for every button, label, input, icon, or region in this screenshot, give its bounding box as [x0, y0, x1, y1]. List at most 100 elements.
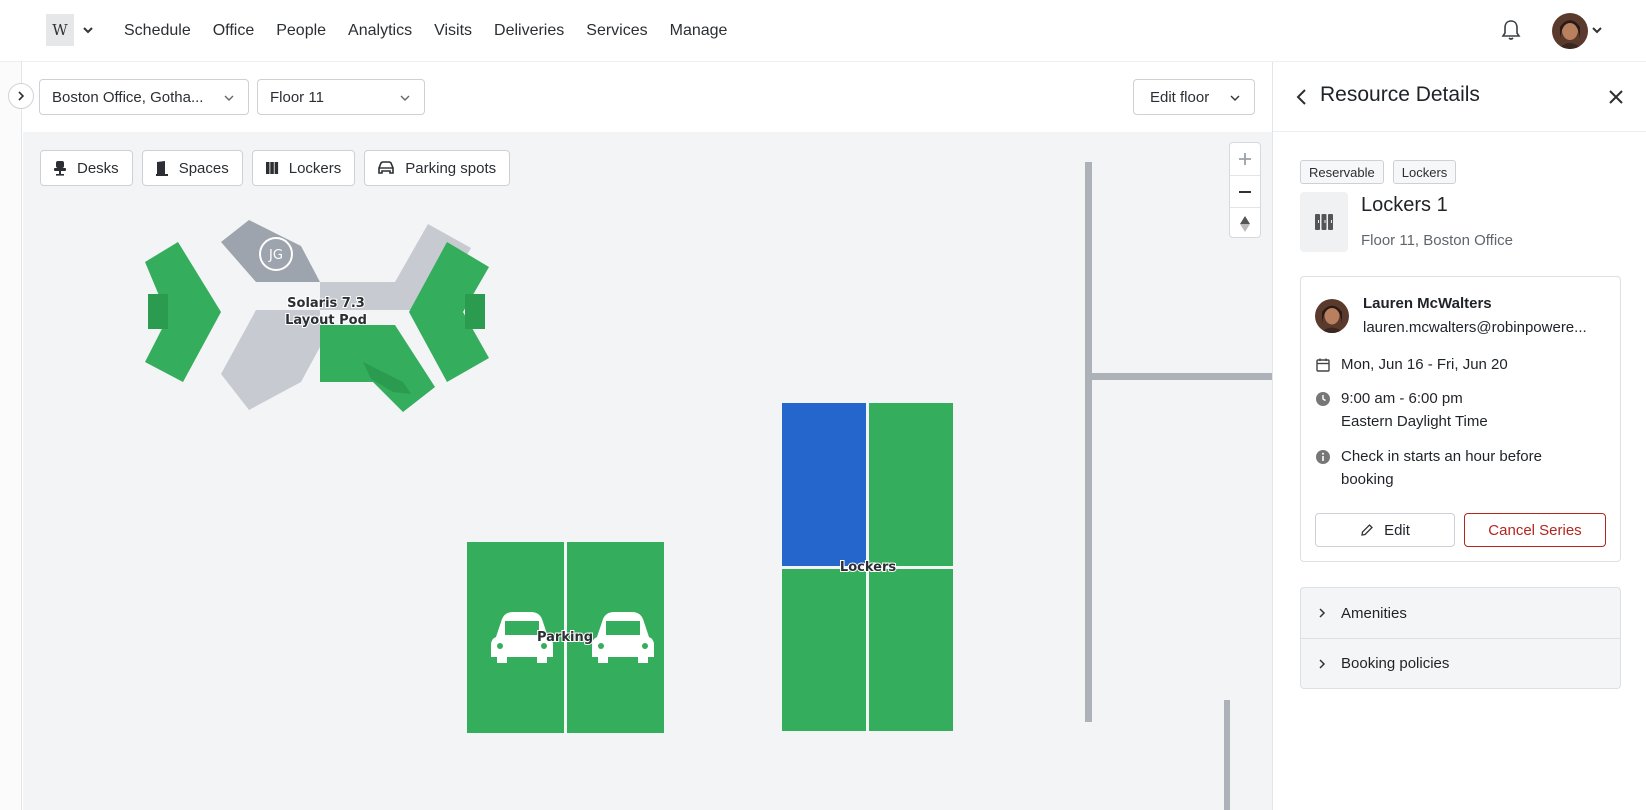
resource-location: Floor 11, Boston Office [1361, 232, 1514, 249]
wall [1085, 162, 1092, 722]
pod-desk-available [148, 294, 168, 329]
edit-booking-button[interactable]: Edit [1315, 513, 1455, 547]
pod-label-line2: Layout Pod [285, 313, 367, 328]
accordion-amenities[interactable]: Amenities [1301, 588, 1620, 638]
expand-sidebar-button[interactable] [8, 83, 34, 109]
pod-desk-available [465, 294, 485, 329]
zoom-out-button[interactable] [1230, 175, 1260, 207]
tag-reservable: Reservable [1300, 160, 1384, 184]
filter-desks[interactable]: Desks [40, 150, 133, 186]
user-avatar[interactable] [1552, 13, 1588, 49]
company-logo[interactable]: W [46, 14, 74, 46]
filter-parking-spots[interactable]: Parking spots [364, 150, 511, 186]
chevron-down-icon[interactable] [1590, 23, 1604, 37]
nav-people[interactable]: People [276, 22, 326, 40]
user-initials: JG [268, 248, 283, 263]
nav-visits[interactable]: Visits [434, 22, 472, 40]
resource-filter-chips: Desks Spaces Lockers Parking spots [40, 150, 511, 186]
door-icon [155, 161, 168, 176]
panel-title: Resource Details [1320, 83, 1480, 106]
filter-parking-label: Parking spots [405, 159, 497, 177]
nav-services[interactable]: Services [586, 22, 647, 40]
chevron-right-icon [1319, 608, 1326, 618]
notification-bell-icon[interactable] [1498, 17, 1524, 43]
filter-spaces-label: Spaces [178, 159, 229, 177]
plus-icon [1239, 153, 1251, 165]
nav-analytics[interactable]: Analytics [348, 22, 412, 40]
floor-map[interactable]: JG Solaris 7.3 Layout Pod Parking Locker… [23, 132, 1272, 810]
details-accordion: Amenities Booking policies [1300, 587, 1621, 689]
parking-area[interactable]: Parking [467, 542, 664, 733]
clock-icon [1316, 392, 1330, 406]
locker-available[interactable] [782, 569, 866, 731]
booking-timezone: Eastern Daylight Time [1341, 413, 1488, 430]
reset-north-button[interactable] [1230, 207, 1260, 239]
logo-text: W [52, 21, 68, 39]
chevron-down-icon[interactable] [80, 22, 96, 38]
parking-label: Parking [537, 630, 593, 645]
accordion-booking-policies-label: Booking policies [1341, 655, 1450, 672]
locker-selected[interactable] [782, 403, 866, 566]
resource-type-icon [1300, 192, 1348, 252]
lockers-label: Lockers [840, 560, 896, 575]
edit-floor-label: Edit floor [1150, 88, 1210, 106]
locker-icon [265, 162, 278, 174]
lockers-area[interactable]: Lockers [782, 403, 953, 731]
booker-name: Lauren McWalters [1363, 295, 1492, 312]
nav-manage[interactable]: Manage [670, 22, 728, 40]
zoom-controls [1229, 142, 1261, 238]
resource-tags: Reservable Lockers [1300, 160, 1457, 184]
office-select[interactable]: Boston Office, Gotha... [39, 79, 249, 115]
nav-schedule[interactable]: Schedule [124, 22, 191, 40]
resource-details-panel: Resource Details Reservable Lockers Lock… [1272, 62, 1646, 810]
solaris-pod[interactable]: JG Solaris 7.3 Layout Pod [145, 220, 489, 412]
map-toolbar: Boston Office, Gotha... Floor 11 Edit fl… [23, 62, 1272, 132]
chevron-down-icon [1230, 95, 1240, 101]
booker-avatar [1315, 299, 1349, 333]
checkin-note-line1: Check in starts an hour before [1341, 448, 1542, 465]
chair-icon [54, 161, 66, 176]
accordion-booking-policies[interactable]: Booking policies [1301, 638, 1620, 688]
edit-booking-label: Edit [1384, 521, 1410, 539]
nav-deliveries[interactable]: Deliveries [494, 22, 564, 40]
cancel-series-label: Cancel Series [1488, 521, 1582, 539]
floor-select-value: Floor 11 [270, 88, 324, 106]
accordion-amenities-label: Amenities [1341, 604, 1407, 622]
resource-name: Lockers 1 [1361, 194, 1448, 216]
back-arrow-icon[interactable] [1291, 86, 1313, 108]
pod-label-line1: Solaris 7.3 [287, 296, 365, 311]
filter-spaces[interactable]: Spaces [141, 150, 243, 186]
chevron-right-icon [1319, 658, 1326, 669]
calendar-icon [1316, 358, 1330, 372]
car-icon [378, 161, 395, 174]
edit-floor-button[interactable]: Edit floor [1133, 79, 1255, 115]
close-icon[interactable] [1605, 86, 1627, 108]
wall [1092, 373, 1272, 380]
floor-select[interactable]: Floor 11 [257, 79, 425, 115]
booking-time: 9:00 am - 6:00 pm [1341, 390, 1463, 407]
locker-icon [1315, 214, 1333, 230]
floor-map-drawing: JG Solaris 7.3 Layout Pod Parking Locker… [145, 162, 1272, 810]
locker-available[interactable] [869, 569, 953, 731]
main-nav: Schedule Office People Analytics Visits … [124, 0, 749, 62]
top-navigation-bar: W Schedule Office People Analytics Visit… [0, 0, 1646, 62]
panel-header: Resource Details [1273, 62, 1646, 132]
chevron-down-icon [400, 95, 410, 101]
wall [1224, 700, 1230, 810]
pencil-icon [1361, 524, 1373, 536]
filter-lockers[interactable]: Lockers [251, 150, 356, 186]
booker-email: lauren.mcwalters@robinpowere... [1363, 319, 1587, 336]
locker-available[interactable] [869, 403, 953, 566]
info-icon [1316, 450, 1330, 464]
filter-lockers-label: Lockers [288, 159, 342, 177]
office-select-value: Boston Office, Gotha... [52, 88, 204, 106]
minus-icon [1239, 190, 1251, 193]
chevron-right-icon [18, 91, 25, 101]
chevron-down-icon [224, 95, 234, 101]
cancel-series-button[interactable]: Cancel Series [1464, 513, 1606, 547]
collapsed-sidebar [0, 62, 22, 810]
compass-icon [1240, 215, 1250, 232]
tag-lockers: Lockers [1392, 160, 1457, 184]
zoom-in-button[interactable] [1230, 143, 1260, 175]
nav-office[interactable]: Office [213, 22, 255, 40]
